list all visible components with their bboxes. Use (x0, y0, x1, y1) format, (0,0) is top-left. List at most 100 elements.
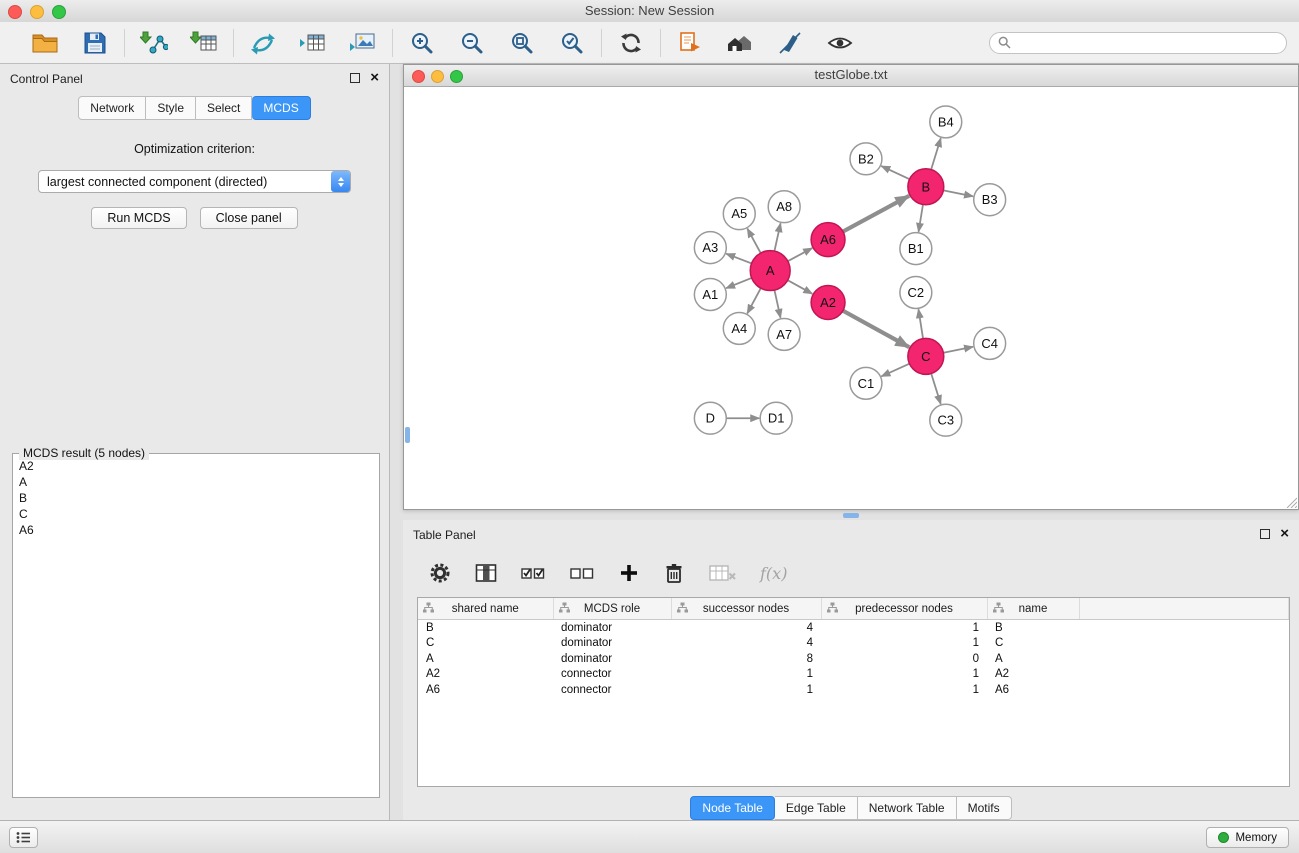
maximize-window-button[interactable] (52, 5, 66, 19)
edge-B-B1[interactable] (919, 204, 923, 231)
deselect-all-button[interactable] (570, 564, 595, 582)
zoom-selected-button[interactable] (557, 28, 587, 58)
network-canvas-area[interactable]: B4B2BB3A5A8A6B1A3AC2A1A2A4A7C4CC1C3DD1 (404, 87, 1298, 509)
edge-A-A3[interactable] (726, 254, 751, 264)
edge-A-A5[interactable] (747, 229, 760, 253)
close-panel-icon[interactable]: × (370, 73, 379, 83)
edge-A-A2[interactable] (788, 280, 813, 294)
node-B2[interactable]: B2 (850, 143, 882, 175)
node-C[interactable]: C (908, 338, 944, 374)
node-B[interactable]: B (908, 169, 944, 205)
edge-A-A1[interactable] (726, 278, 752, 288)
node-A4[interactable]: A4 (723, 312, 755, 344)
node-C4[interactable]: C4 (974, 327, 1006, 359)
tab-edge-table[interactable]: Edge Table (775, 796, 858, 820)
zoom-in-button[interactable] (407, 28, 437, 58)
function-builder-button[interactable]: f(x) (760, 564, 787, 583)
tab-motifs[interactable]: Motifs (957, 796, 1012, 820)
table-settings-button[interactable] (429, 562, 451, 584)
minimize-network-window-button[interactable] (431, 70, 444, 83)
edge-C-C2[interactable] (918, 309, 923, 338)
tab-node-table[interactable]: Node Table (690, 796, 775, 820)
show-columns-button[interactable] (475, 563, 497, 583)
edge-A-A8[interactable] (774, 223, 780, 251)
edge-A-A7[interactable] (774, 290, 780, 318)
memory-button[interactable]: Memory (1206, 827, 1289, 848)
node-C2[interactable]: C2 (900, 277, 932, 309)
tab-mcds[interactable]: MCDS (252, 96, 310, 120)
mcds-result-item[interactable]: C (14, 506, 378, 522)
mcds-result-item[interactable]: A2 (14, 458, 378, 474)
network-window-titlebar[interactable]: testGlobe.txt (404, 65, 1298, 87)
show-hide-button[interactable] (825, 28, 855, 58)
float-table-panel-icon[interactable] (1260, 529, 1270, 539)
column-header-shared-name[interactable]: shared name (418, 598, 553, 620)
table-row[interactable]: Cdominator41C (418, 636, 1289, 652)
criterion-dropdown[interactable]: largest connected component (directed) (38, 170, 351, 193)
resize-grip-icon[interactable] (1284, 495, 1297, 508)
tab-network[interactable]: Network (78, 96, 146, 120)
delete-column-button[interactable] (663, 562, 685, 584)
add-column-button[interactable] (619, 563, 639, 583)
table-row[interactable]: Bdominator41B (418, 620, 1289, 636)
zoom-out-button[interactable] (457, 28, 487, 58)
column-header-mcds-role[interactable]: MCDS role (553, 598, 671, 620)
edge-C-C1[interactable] (881, 364, 909, 377)
mcds-result-item[interactable]: A6 (14, 522, 378, 538)
node-A7[interactable]: A7 (768, 318, 800, 350)
run-mcds-button[interactable]: Run MCDS (91, 207, 186, 229)
column-header-name[interactable]: name (987, 598, 1079, 620)
edge-C-C4[interactable] (943, 347, 973, 353)
close-window-button[interactable] (8, 5, 22, 19)
edge-B-B3[interactable] (943, 190, 973, 196)
import-table-button[interactable] (189, 28, 219, 58)
save-session-button[interactable] (80, 28, 110, 58)
node-A2[interactable]: A2 (811, 286, 845, 320)
zoom-fit-button[interactable] (507, 28, 537, 58)
horizontal-scroll-thumb[interactable] (843, 513, 859, 518)
search-box[interactable] (989, 32, 1287, 54)
table-row[interactable]: Adominator80A (418, 651, 1289, 667)
node-A1[interactable]: A1 (694, 279, 726, 311)
maximize-network-window-button[interactable] (450, 70, 463, 83)
table-row[interactable]: A6connector11A6 (418, 682, 1289, 698)
delete-table-button[interactable] (709, 564, 736, 582)
node-A8[interactable]: A8 (768, 191, 800, 223)
task-history-button[interactable] (9, 827, 38, 848)
close-network-window-button[interactable] (412, 70, 425, 83)
column-header-successor-nodes[interactable]: successor nodes (671, 598, 821, 620)
node-A3[interactable]: A3 (694, 232, 726, 264)
node-C3[interactable]: C3 (930, 404, 962, 436)
edge-A-A6[interactable] (788, 248, 812, 261)
node-A[interactable]: A (750, 251, 790, 291)
tab-style[interactable]: Style (146, 96, 196, 120)
node-C1[interactable]: C1 (850, 367, 882, 399)
node-D[interactable]: D (694, 402, 726, 434)
tab-network-table[interactable]: Network Table (858, 796, 957, 820)
close-table-panel-icon[interactable]: × (1280, 529, 1289, 539)
tab-select[interactable]: Select (196, 96, 252, 120)
export-network-button[interactable] (248, 28, 278, 58)
node-B3[interactable]: B3 (974, 184, 1006, 216)
edge-B-B4[interactable] (931, 138, 941, 169)
network-canvas[interactable]: B4B2BB3A5A8A6B1A3AC2A1A2A4A7C4CC1C3DD1 (404, 87, 1298, 509)
edge-B-B2[interactable] (881, 166, 909, 179)
column-header-predecessor-nodes[interactable]: predecessor nodes (821, 598, 987, 620)
float-panel-icon[interactable] (350, 73, 360, 83)
graphics-details-button[interactable] (775, 28, 805, 58)
first-neighbors-button[interactable] (675, 28, 705, 58)
apply-layout-button[interactable] (616, 28, 646, 58)
mcds-result-item[interactable]: B (14, 490, 378, 506)
edge-A-A4[interactable] (747, 288, 761, 313)
mcds-result-item[interactable]: A (14, 474, 378, 490)
node-B4[interactable]: B4 (930, 106, 962, 138)
home-button[interactable] (725, 28, 755, 58)
edge-A6-B[interactable] (843, 196, 909, 232)
export-image-button[interactable] (348, 28, 378, 58)
export-table-button[interactable] (298, 28, 328, 58)
node-A5[interactable]: A5 (723, 198, 755, 230)
minimize-window-button[interactable] (30, 5, 44, 19)
edge-A2-C[interactable] (843, 311, 909, 348)
search-input[interactable] (1016, 35, 1278, 51)
close-panel-button[interactable]: Close panel (200, 207, 298, 229)
